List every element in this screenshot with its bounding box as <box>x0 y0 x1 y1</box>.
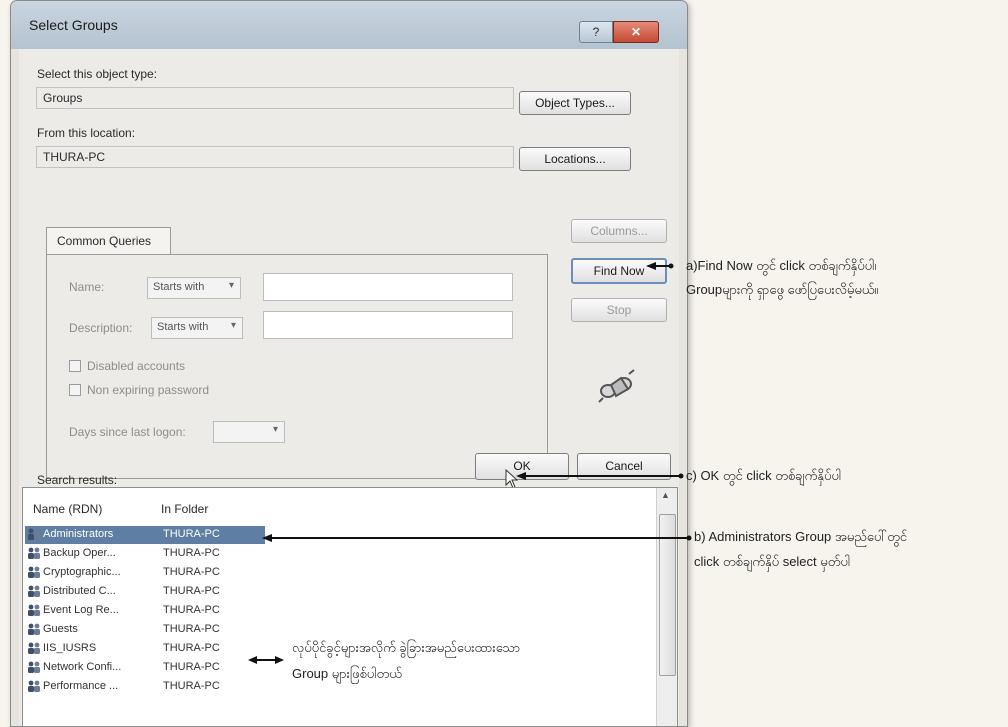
group-icon <box>27 680 41 693</box>
row-folder: THURA-PC <box>163 623 220 635</box>
close-button[interactable]: ✕ <box>613 21 659 43</box>
title-bar[interactable]: Select Groups ? ✕ <box>11 1 687 49</box>
days-since-logon-select[interactable]: ▾ <box>213 421 285 443</box>
disabled-accounts-label: Disabled accounts <box>87 359 186 373</box>
annotation-d-line2: Group များဖြစ်ပါတယ် <box>292 666 402 681</box>
column-header-folder[interactable]: In Folder <box>161 502 208 516</box>
row-name: Backup Oper... <box>43 547 116 559</box>
annotation-b-line2: click တစ်ချက်နှိပ် select မှတ်ပါ <box>694 554 851 569</box>
stop-button[interactable]: Stop <box>571 298 667 322</box>
tab-common-queries[interactable]: Common Queries <box>46 227 171 255</box>
object-type-label: Select this object type: <box>37 67 158 81</box>
name-input[interactable] <box>263 273 513 301</box>
location-field: THURA-PC <box>36 146 514 168</box>
row-name: IIS_IUSRS <box>43 642 97 654</box>
annotation-c-line1: c) OK တွင် click တစ်ချက်နှိပ်ပါ <box>686 468 842 483</box>
locations-button[interactable]: Locations... <box>519 147 631 171</box>
row-folder: THURA-PC <box>163 566 220 578</box>
chevron-down-icon: ▾ <box>230 320 236 331</box>
row-name: Distributed C... <box>43 585 116 597</box>
row-name: Event Log Re... <box>43 604 119 616</box>
column-header-name[interactable]: Name (RDN) <box>33 502 102 516</box>
annotation-a-line2: Groupများကို ရှာဖွေ ဖော်ပြပေးလိမ့်မယ်။ <box>686 282 879 297</box>
scroll-up-icon[interactable]: ▲ <box>661 490 670 500</box>
row-folder: THURA-PC <box>163 680 220 692</box>
help-button[interactable]: ? <box>579 21 613 43</box>
group-icon <box>27 585 41 598</box>
search-results-list[interactable]: Name (RDN) In Folder ▲ Administrators THU… <box>22 487 678 727</box>
group-icon <box>27 623 41 636</box>
binoculars-icon <box>597 369 637 403</box>
annotation-b-line1: b) Administrators Group အမည်ပေါ်တွင် <box>694 529 908 544</box>
non-expiring-label: Non expiring password <box>87 383 210 397</box>
name-mode-select[interactable]: Starts with ▾ <box>147 277 241 299</box>
description-mode-value: Starts with <box>157 321 209 333</box>
group-icon <box>27 547 41 560</box>
row-folder: THURA-PC <box>163 604 220 616</box>
group-icon <box>27 528 41 541</box>
row-folder: THURA-PC <box>163 661 220 673</box>
row-name: Performance ... <box>43 680 119 692</box>
row-folder: THURA-PC <box>163 585 220 597</box>
row-name: Cryptographic... <box>43 566 121 578</box>
annotation-d-line1: လုပ်ပိုင်ခွင့်များအလိုက် ခွဲခြားအမည်ပေးထ… <box>292 640 521 655</box>
group-icon <box>27 661 41 674</box>
row-name: Guests <box>43 623 78 635</box>
table-row[interactable]: Backup Oper... THURA-PC <box>23 545 663 563</box>
name-mode-value: Starts with <box>153 281 205 293</box>
table-row[interactable]: Distributed C... THURA-PC <box>23 583 663 601</box>
name-label: Name: <box>69 280 105 294</box>
group-icon <box>27 642 41 655</box>
non-expiring-checkbox[interactable] <box>69 384 81 396</box>
row-name: Network Confi... <box>43 661 122 673</box>
chevron-down-icon: ▾ <box>272 424 278 435</box>
group-icon <box>27 566 41 579</box>
row-folder: THURA-PC <box>163 528 220 540</box>
days-since-logon-label: Days since last logon: <box>69 425 186 439</box>
location-label: From this location: <box>37 126 136 140</box>
chevron-down-icon: ▾ <box>228 280 234 291</box>
row-name: Administrators <box>43 528 114 540</box>
common-queries-panel: Name: Starts with ▾ Description: Starts … <box>46 254 548 479</box>
row-folder: THURA-PC <box>163 547 220 559</box>
columns-button[interactable]: Columns... <box>571 219 667 243</box>
disabled-accounts-checkbox[interactable] <box>69 360 81 372</box>
object-types-button[interactable]: Object Types... <box>519 91 631 115</box>
table-row[interactable]: Guests THURA-PC <box>23 621 663 639</box>
row-folder: THURA-PC <box>163 642 220 654</box>
description-mode-select[interactable]: Starts with ▾ <box>151 317 243 339</box>
group-icon <box>27 604 41 617</box>
description-label: Description: <box>69 321 133 335</box>
search-results-label: Search results: <box>37 473 118 487</box>
description-input[interactable] <box>263 311 513 339</box>
dialog-title: Select Groups <box>29 17 118 33</box>
object-type-field: Groups <box>36 87 514 109</box>
table-row[interactable]: Event Log Re... THURA-PC <box>23 602 663 620</box>
annotation-a-line1: a)Find Now တွင် click တစ်ချက်နှိပ်ပါ၊ <box>686 258 877 273</box>
table-row[interactable]: Cryptographic... THURA-PC <box>23 564 663 582</box>
